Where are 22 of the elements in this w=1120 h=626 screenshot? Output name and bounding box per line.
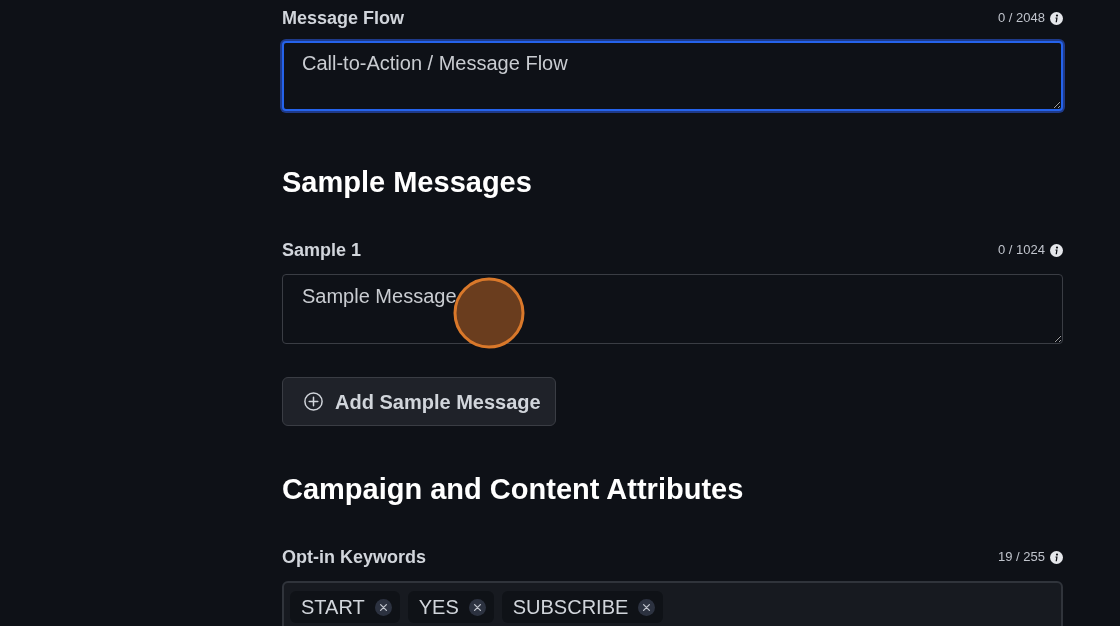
text-area[interactable]: Sample Message: [282, 274, 1063, 344]
info-icon: [1050, 550, 1063, 564]
info-icon: [1050, 11, 1063, 25]
info-icon: [1050, 243, 1063, 257]
character-counter: 0 / 2048: [998, 10, 1045, 26]
tag-label: SUBSCRIBE: [512, 595, 629, 619]
field-label: Sample 1: [282, 239, 362, 262]
remove-icon[interactable]: [468, 598, 486, 616]
text-area[interactable]: Call-to-Action / Message Flow: [282, 41, 1063, 111]
keyword-tag-input[interactable]: START YES SUBSCRIBE: [282, 581, 1063, 626]
section-heading: Sample Messages: [282, 165, 533, 200]
remove-icon[interactable]: [374, 598, 392, 616]
tag-label: YES: [418, 595, 459, 619]
remove-icon[interactable]: [638, 598, 656, 616]
character-counter: 19 / 255: [998, 549, 1045, 565]
add-sample-message-button[interactable]: Add Sample Message: [282, 377, 556, 426]
tag-label: START: [301, 595, 365, 619]
section-heading: Campaign and Content Attributes: [282, 472, 745, 507]
plus-circle-icon: [304, 392, 323, 411]
character-counter: 0 / 1024: [998, 242, 1045, 258]
field-label: Opt-in Keywords: [282, 546, 426, 569]
field-label: Message Flow: [282, 7, 405, 30]
